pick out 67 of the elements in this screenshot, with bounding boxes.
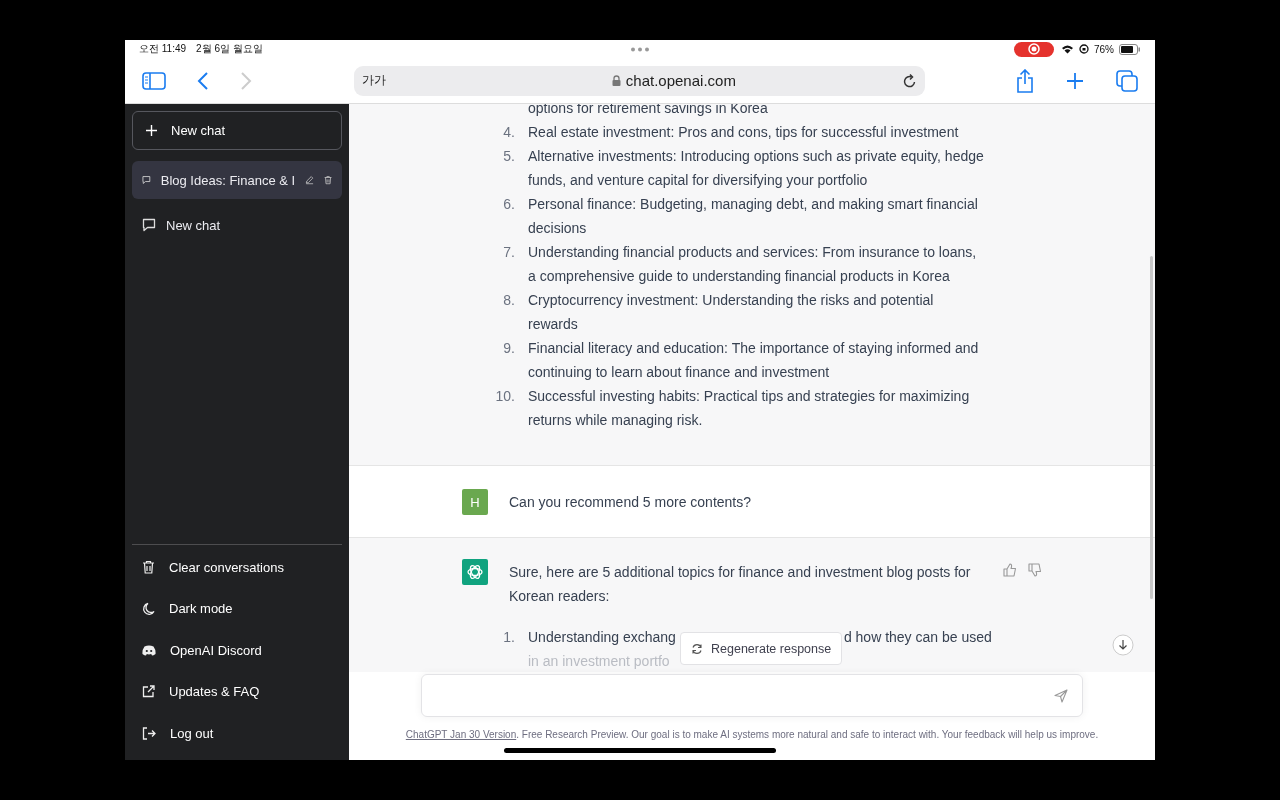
trash-icon [142,560,155,575]
thumbs-up-icon[interactable] [1003,563,1017,577]
user-message: Can you recommend 5 more contents? [509,493,752,512]
footer-note: ChatGPT Jan 30 Version. Free Research Preview. Our goal is to make AI systems more natural and safe to interact with. Your feedback will help us improve. [405,729,1099,740]
list-item-text: Successful investing habits: Practical tips and strategies for maximizing returns while managing risk. [528,387,971,430]
assistant-message: Sure, here are 5 additional topics for finance and investment blog posts for Korean readers: [509,563,972,606]
list-number: 1. [502,628,515,647]
list-number: 7. [502,243,515,262]
moon-icon [142,601,155,616]
list-item-text: Real estate investment: Pros and cons, tips for successful investment [528,123,960,142]
menu-item[interactable]: Clear conversations [132,546,342,588]
list-number: 6. [502,195,515,214]
refresh-icon [691,642,703,655]
logout-icon [142,726,156,740]
battery-percent: 76% [1094,43,1114,55]
list-item-text: Cryptocurrency investment: Understanding the risks and potential rewards [528,291,935,334]
new-chat-button[interactable]: New chat [132,111,342,150]
list-item-text: Financial literacy and education: The importance of staying informed and continuing to learn about finance and investment [528,339,980,382]
chat-item[interactable]: Blog Ideas: Finance & I [132,161,342,199]
list-item-text: Personal finance: Budgeting, managing debt, and making smart financial decisions [528,195,979,238]
status-date: 2월 6일 월요일 [196,42,263,56]
url-text: chat.openai.com [625,72,736,89]
assistant-logo-icon [462,559,488,585]
list-number: 9. [502,339,515,358]
status-time: 오전 11:49 [139,42,187,56]
discord-icon [142,644,156,656]
rotation-lock-icon [1079,44,1089,54]
chat-bubble-icon [142,218,156,232]
list-item-text: in an investment portfo [528,652,670,671]
scroll-down-icon[interactable] [1112,634,1134,656]
trash-icon[interactable] [323,173,332,187]
scrollbar[interactable] [1150,256,1153,599]
user-avatar: H [462,489,488,515]
menu-item[interactable]: OpenAI Discord [132,629,342,671]
menu-item[interactable]: Updates & FAQ [132,671,342,713]
regenerate-button[interactable]: Regenerate response [680,632,843,665]
external-link-icon [142,685,155,699]
address-bar[interactable]: 가가 chat.openai.com [353,65,925,96]
list-number: 8. [502,291,515,310]
chat-bubble-icon [142,173,151,187]
list-item-text: Understanding financial products and services: From insurance to loans, a comprehensive guide to understanding financial products in Korea [528,243,978,286]
message-input[interactable] [421,674,1083,717]
more-icon[interactable] [630,47,650,52]
text-size-button[interactable]: 가가 [361,72,386,89]
menu-item[interactable]: Dark mode [132,588,342,630]
wifi-icon [1061,44,1074,54]
list-number: 4. [502,123,515,142]
send-icon[interactable] [1054,688,1068,703]
list-item-text: Understanding exchang [528,629,676,645]
list-number: 5. [502,147,515,166]
plus-icon[interactable] [1066,71,1084,90]
lock-icon [611,75,621,86]
list-item-text: Alternative investments: Introducing options such as private equity, hedge funds, and venture capital for diversifying your portfolio [528,147,985,190]
recording-indicator[interactable] [1014,41,1054,57]
list-item-text: d how they can be used [843,629,992,645]
share-icon[interactable] [1016,68,1034,93]
reload-icon[interactable] [902,72,917,89]
menu-item[interactable]: Log out [132,712,342,754]
chat-item[interactable]: New chat [132,206,342,244]
back-icon[interactable] [197,71,209,90]
pencil-icon[interactable] [305,173,314,187]
list-number: 10. [494,387,515,406]
thumbs-down-icon[interactable] [1028,563,1042,577]
battery-icon [1119,43,1141,55]
sidebar-icon[interactable] [142,71,166,90]
tabs-icon[interactable] [1116,69,1138,92]
plus-icon [146,125,157,136]
